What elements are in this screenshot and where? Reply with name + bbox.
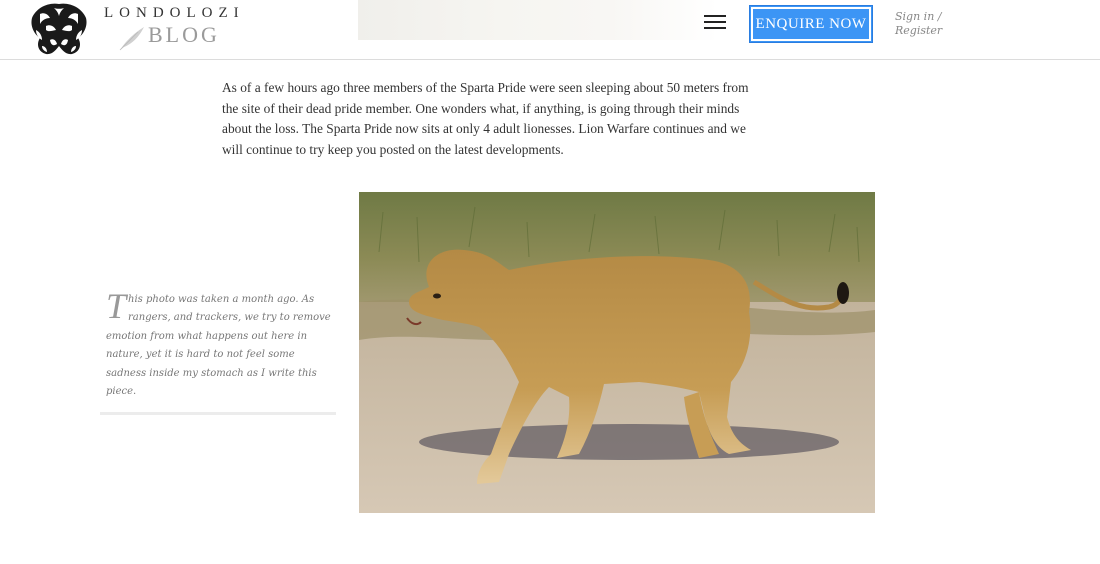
feather-icon <box>119 27 144 51</box>
brand-top-text: LONDOLOZI <box>104 5 245 21</box>
sign-in-register-link[interactable]: Sign in / Register <box>895 10 942 38</box>
header-hero-image-strip <box>358 0 718 40</box>
brand-bottom-text: BLOG <box>148 22 220 47</box>
hamburger-menu-icon[interactable] <box>704 15 726 33</box>
register-link[interactable]: Register <box>895 24 942 38</box>
enquire-now-button[interactable]: ENQUIRE NOW <box>749 5 873 43</box>
article-paragraph: As of a few hours ago three members of t… <box>222 80 749 158</box>
sign-in-link[interactable]: Sign in / <box>895 10 942 24</box>
site-header: LONDOLOZI BLOG ENQUIRE NOW Sign in / Reg… <box>0 0 1100 60</box>
leopard-logo-icon[interactable] <box>28 0 90 55</box>
photo-caption: T his photo was taken a month ago. As ra… <box>106 286 336 401</box>
lioness-photo <box>359 192 875 513</box>
brand-wordmark[interactable]: LONDOLOZI BLOG <box>104 5 245 51</box>
caption-text: his photo was taken a month ago. As rang… <box>106 294 331 398</box>
caption-divider <box>100 412 336 415</box>
caption-dropcap: T <box>106 286 127 326</box>
